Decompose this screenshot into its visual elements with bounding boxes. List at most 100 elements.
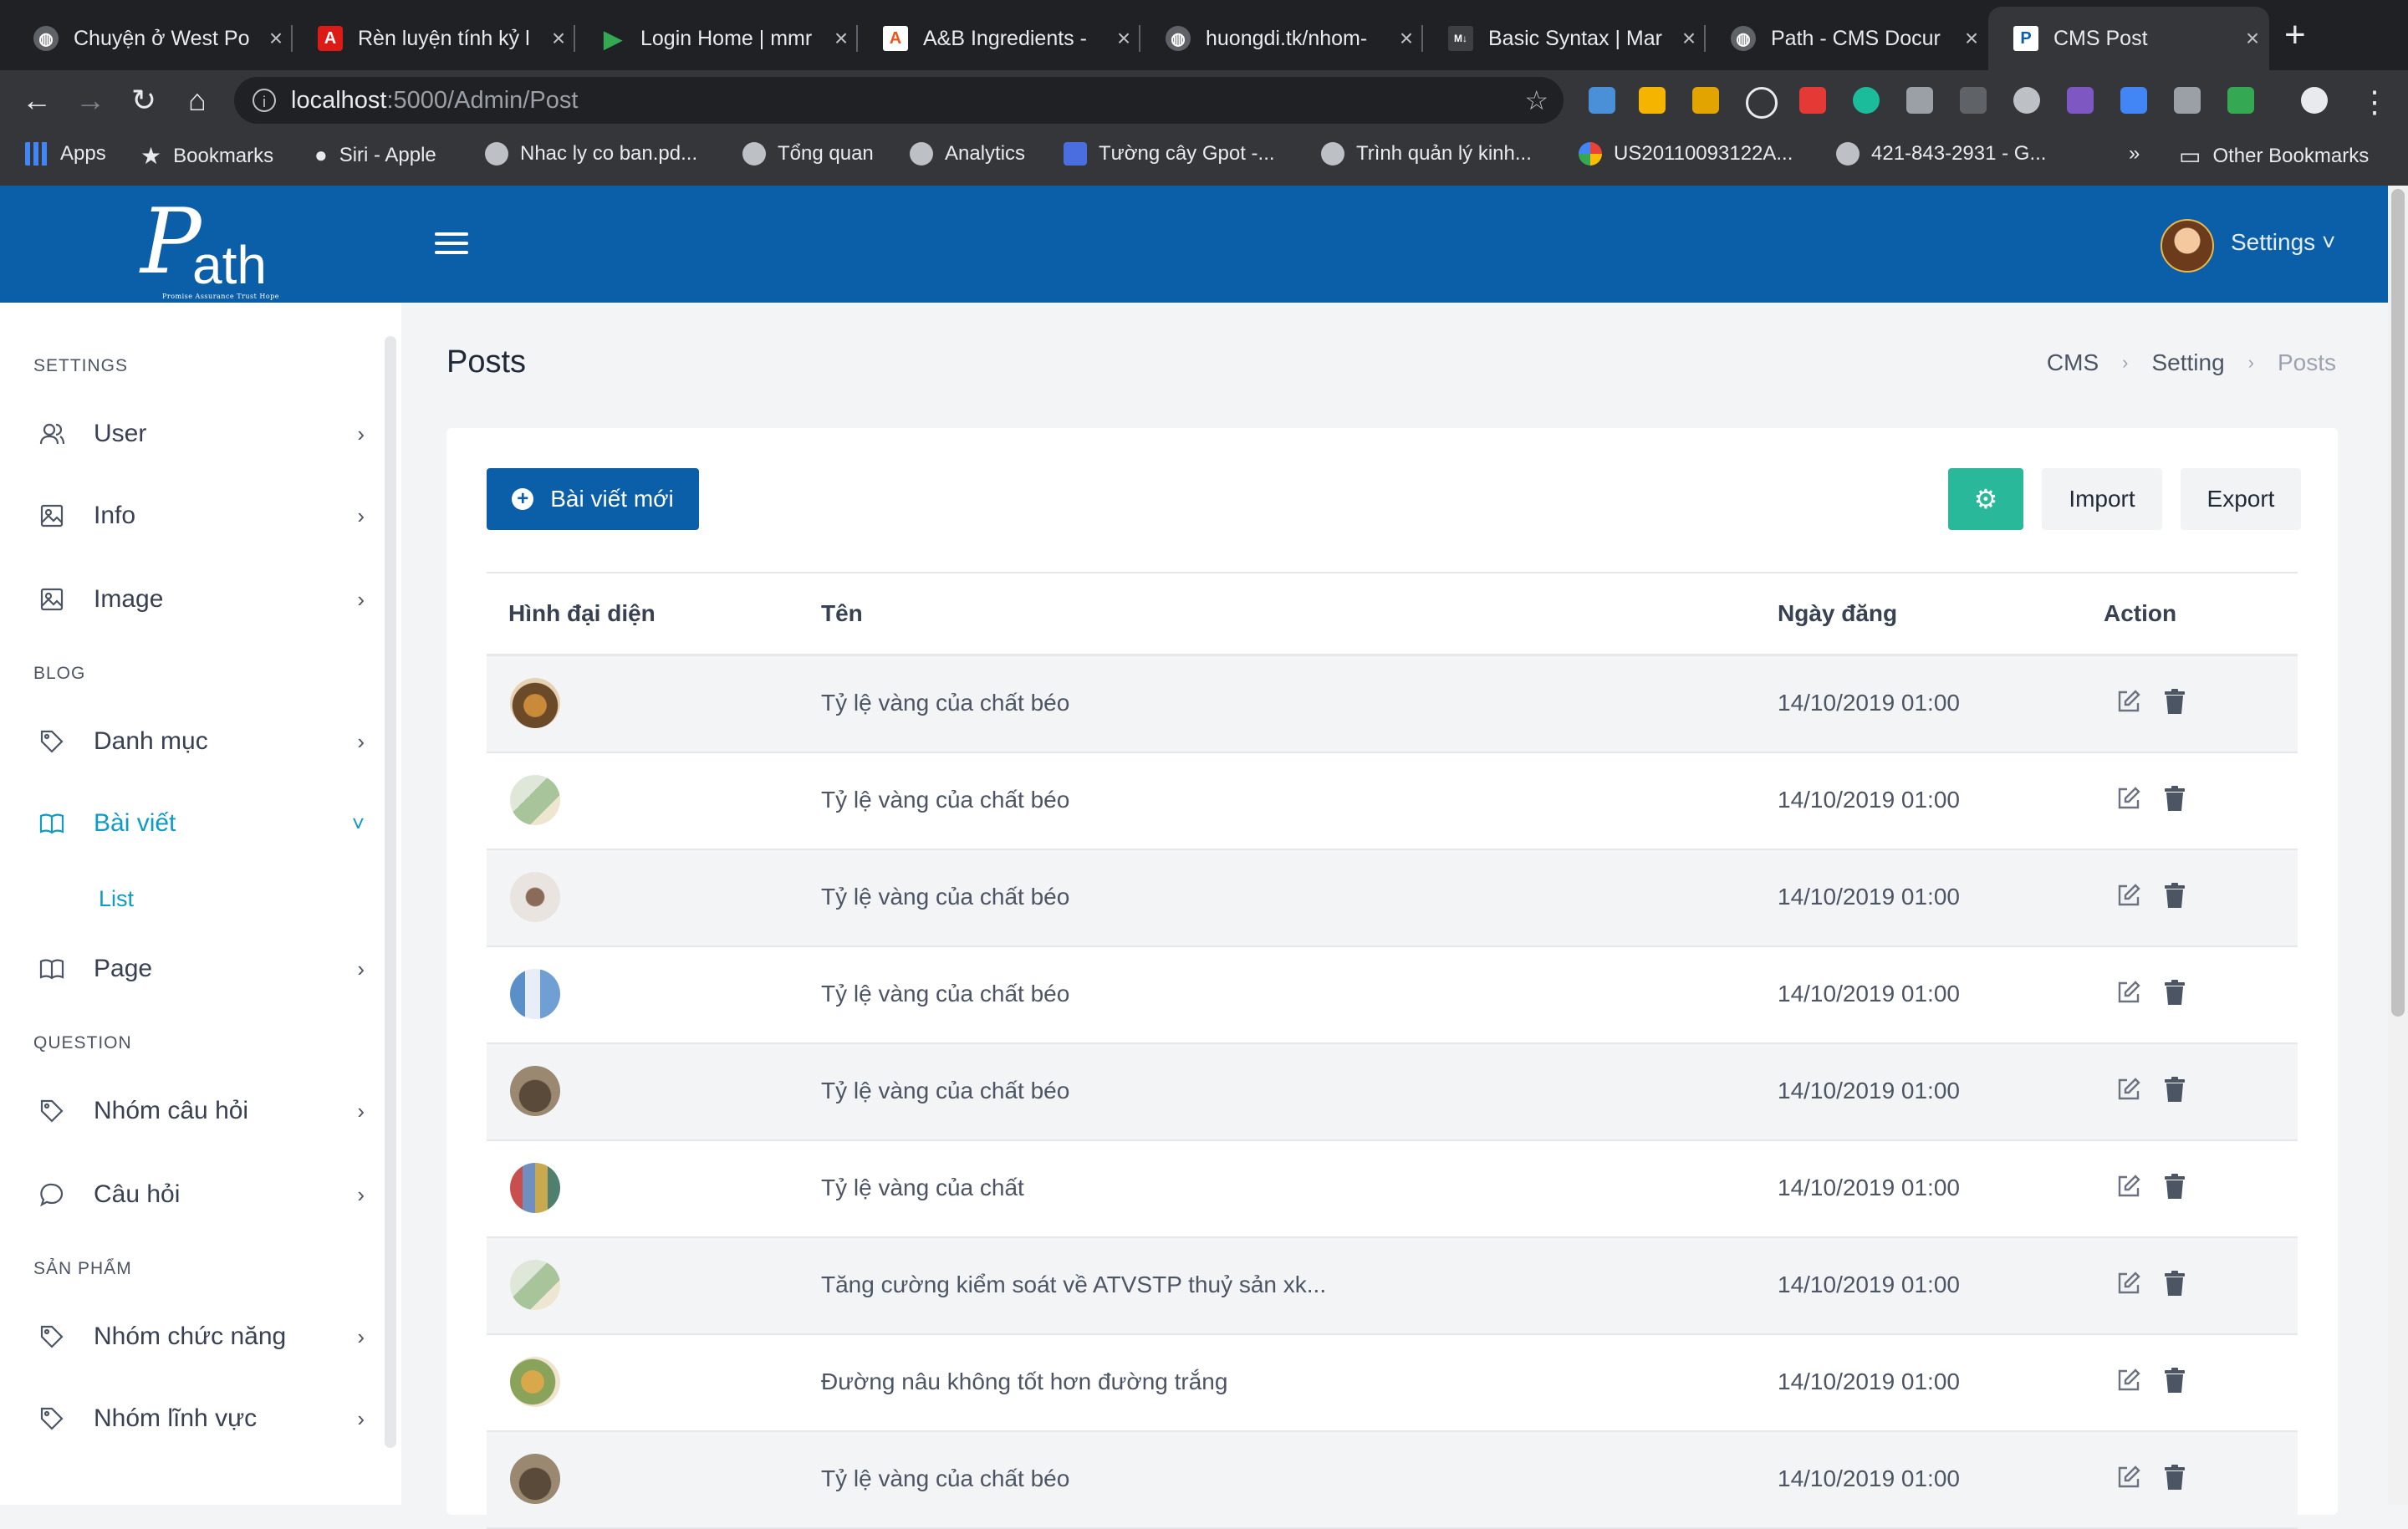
- menu-icon[interactable]: ⋮: [2354, 82, 2395, 122]
- hamburger-menu-icon[interactable]: [435, 232, 468, 257]
- browser-tab[interactable]: M↓ Basic Syntax | Mar ×: [1423, 7, 1706, 70]
- sidebar-item-cau-hoi[interactable]: Câu hỏi ›: [38, 1180, 365, 1209]
- trash-icon[interactable]: [2164, 785, 2186, 812]
- edit-icon[interactable]: [2115, 1076, 2142, 1103]
- sidebar-scrollbar[interactable]: [385, 336, 396, 1448]
- post-name[interactable]: Tỷ lệ vàng của chất béo: [821, 1465, 1069, 1492]
- sidebar-item-danh-muc[interactable]: Danh mục ›: [38, 727, 365, 756]
- post-name[interactable]: Tỷ lệ vàng của chất béo: [821, 787, 1069, 813]
- browser-tab[interactable]: ◍ huongdi.tk/nhom- ×: [1140, 7, 1423, 70]
- trash-icon[interactable]: [2164, 1173, 2186, 1200]
- sidebar-item-nhom-linh-vuc[interactable]: Nhóm lĩnh vực ›: [38, 1404, 365, 1433]
- bookmark-apps[interactable]: Apps: [25, 142, 106, 166]
- post-name[interactable]: Tỷ lệ vàng của chất béo: [821, 1078, 1069, 1104]
- post-name[interactable]: Tỷ lệ vàng của chất béo: [821, 981, 1069, 1007]
- profile-icon[interactable]: [2301, 87, 2328, 114]
- trash-icon[interactable]: [2164, 1270, 2186, 1297]
- trash-icon[interactable]: [2164, 1464, 2186, 1491]
- post-name[interactable]: Tăng cường kiểm soát về ATVSTP thuỷ sản …: [821, 1272, 1326, 1298]
- bookmark-item[interactable]: Tường cây Gpot -...: [1064, 142, 1275, 166]
- scrollbar-thumb[interactable]: [2391, 189, 2405, 1017]
- browser-tab[interactable]: A A&B Ingredients - ×: [858, 7, 1140, 70]
- close-icon[interactable]: ×: [542, 25, 575, 52]
- new-post-button[interactable]: + Bài viết mới: [487, 468, 699, 530]
- browser-tab[interactable]: ◍ Path - CMS Docur ×: [1706, 7, 1988, 70]
- new-tab-button[interactable]: +: [2284, 17, 2306, 54]
- reload-icon[interactable]: ↻: [124, 80, 164, 120]
- edit-icon[interactable]: [2115, 882, 2142, 909]
- extension-icon[interactable]: [1639, 87, 1666, 114]
- edit-icon[interactable]: [2115, 785, 2142, 812]
- breadcrumb-setting[interactable]: Setting: [2151, 349, 2224, 376]
- info-icon[interactable]: i: [253, 89, 276, 112]
- close-icon[interactable]: ×: [1107, 25, 1140, 52]
- edit-icon[interactable]: [2115, 1367, 2142, 1394]
- sidebar-subitem-list[interactable]: List: [99, 886, 134, 912]
- post-name[interactable]: Tỷ lệ vàng của chất béo: [821, 884, 1069, 910]
- extension-icon[interactable]: [2013, 87, 2040, 114]
- extension-icon[interactable]: [1799, 87, 1826, 114]
- browser-tab[interactable]: ▶ Login Home | mmr ×: [575, 7, 858, 70]
- extension-icon[interactable]: [2227, 87, 2254, 114]
- path-logo[interactable]: P ath Promise Assurance Trust Hope: [140, 197, 279, 301]
- sidebar-item-page[interactable]: Page ›: [38, 955, 365, 983]
- trash-icon[interactable]: [2164, 882, 2186, 909]
- edit-icon[interactable]: [2115, 1270, 2142, 1297]
- bookmark-bookmarks[interactable]: ★ Bookmarks: [140, 142, 273, 170]
- bookmark-item[interactable]: Nhac ly co ban.pd...: [485, 142, 697, 166]
- sidebar-item-nhom-cau-hoi[interactable]: Nhóm câu hỏi ›: [38, 1097, 365, 1125]
- react-icon[interactable]: [1746, 87, 1778, 119]
- sidebar-item-user[interactable]: User ›: [38, 420, 365, 448]
- trash-icon[interactable]: [2164, 1076, 2186, 1103]
- sidebar-item-info[interactable]: Info ›: [38, 502, 365, 530]
- page-scrollbar[interactable]: [2388, 186, 2408, 1505]
- post-name[interactable]: Tỷ lệ vàng của chất: [821, 1175, 1024, 1201]
- extension-icon[interactable]: [2174, 87, 2201, 114]
- close-icon[interactable]: ×: [259, 25, 293, 52]
- sidebar-item-bai-viet[interactable]: Bài viết ˅: [38, 809, 365, 838]
- bookmark-item[interactable]: Tổng quan: [742, 142, 874, 166]
- bookmark-item[interactable]: 421-843-2931 - G...: [1836, 142, 2046, 166]
- forward-icon[interactable]: →: [70, 80, 110, 120]
- back-icon[interactable]: ←: [17, 80, 57, 120]
- bookmark-other[interactable]: ▭ Other Bookmarks: [2179, 142, 2369, 170]
- edit-icon[interactable]: [2115, 1464, 2142, 1491]
- sidebar-item-nhom-chuc-nang[interactable]: Nhóm chức năng ›: [38, 1323, 365, 1351]
- breadcrumb-cms[interactable]: CMS: [2047, 349, 2099, 376]
- code-icon[interactable]: [1960, 87, 1987, 114]
- close-icon[interactable]: ×: [1955, 25, 1988, 52]
- bookmark-item[interactable]: Trình quản lý kinh...: [1321, 142, 1532, 166]
- bookmark-item[interactable]: US20110093122A...: [1579, 142, 1793, 166]
- extension-icon[interactable]: [2120, 87, 2147, 114]
- extension-icon[interactable]: [1853, 87, 1880, 114]
- avatar[interactable]: [2161, 219, 2214, 273]
- settings-dropdown[interactable]: Settings ˅: [2231, 229, 2335, 256]
- browser-tab[interactable]: ◍ Chuyện ở West Po ×: [8, 7, 293, 70]
- edit-icon[interactable]: [2115, 1173, 2142, 1200]
- import-button[interactable]: Import: [2042, 468, 2162, 530]
- extension-icon[interactable]: [1906, 87, 1933, 114]
- post-name[interactable]: Đường nâu không tốt hơn đường trắng: [821, 1368, 1227, 1395]
- browser-tab-active[interactable]: P CMS Post ×: [1988, 7, 2269, 70]
- trash-icon[interactable]: [2164, 688, 2186, 715]
- address-bar[interactable]: i localhost:5000/Admin/Post ☆: [234, 77, 1564, 124]
- sidebar-item-image[interactable]: Image ›: [38, 585, 365, 614]
- home-icon[interactable]: ⌂: [177, 80, 217, 120]
- trash-icon[interactable]: [2164, 1367, 2186, 1394]
- close-icon[interactable]: ×: [1390, 25, 1423, 52]
- settings-button[interactable]: ⚙: [1948, 468, 2023, 530]
- close-icon[interactable]: ×: [2236, 25, 2269, 52]
- extension-icon[interactable]: [1589, 87, 1615, 114]
- bookmark-item[interactable]: Analytics: [910, 142, 1025, 166]
- close-icon[interactable]: ×: [824, 25, 858, 52]
- edit-icon[interactable]: [2115, 979, 2142, 1006]
- bookmark-siri[interactable]: ● Siri - Apple: [314, 142, 436, 168]
- bookmarks-overflow[interactable]: »: [2129, 142, 2140, 166]
- export-button[interactable]: Export: [2181, 468, 2301, 530]
- trash-icon[interactable]: [2164, 979, 2186, 1006]
- extension-icon[interactable]: [1692, 87, 1719, 114]
- extension-icon[interactable]: [2067, 87, 2094, 114]
- star-icon[interactable]: ☆: [1524, 84, 1548, 116]
- post-name[interactable]: Tỷ lệ vàng của chất béo: [821, 690, 1069, 716]
- browser-tab[interactable]: A Rèn luyện tính kỷ l ×: [293, 7, 575, 70]
